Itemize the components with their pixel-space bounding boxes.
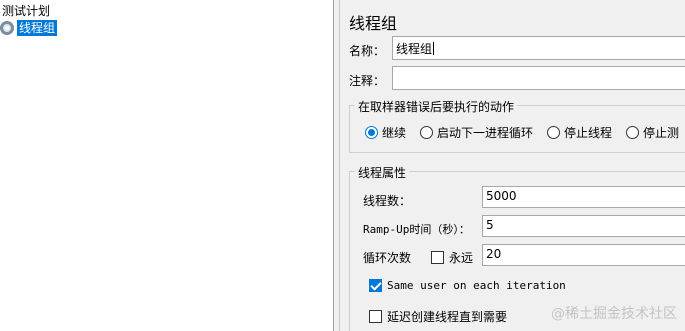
error-action-title: 在取样器错误后要执行的动作 — [355, 98, 518, 115]
delay-create-checkbox[interactable]: 延迟创建线程直到需要 — [369, 308, 507, 325]
checkbox-box[interactable] — [369, 279, 382, 292]
watermark: @稀土掘金技术社区 — [551, 306, 677, 322]
tree-panel: 测试计划 线程组 — [0, 0, 334, 331]
error-action-options: 继续 启动下一进程循环 停止线程 停止测 — [365, 124, 685, 141]
threads-label: 线程数： — [363, 194, 412, 208]
checkbox-box[interactable] — [369, 310, 382, 323]
text-cursor — [433, 42, 435, 55]
threads-field[interactable]: 5000 — [482, 186, 685, 208]
radio-start-next-loop[interactable]: 启动下一进程循环 — [420, 124, 533, 141]
radio-stop-test[interactable]: 停止测 — [626, 124, 679, 141]
thread-properties-title: 线程属性 — [355, 164, 410, 181]
radio-dot[interactable] — [626, 126, 640, 139]
comment-label: 注释： — [349, 74, 386, 88]
radio-dot[interactable] — [547, 126, 561, 139]
rampup-field[interactable]: 5 — [482, 215, 685, 237]
page-title: 线程组 — [349, 14, 398, 33]
radio-continue[interactable]: 继续 — [365, 124, 406, 141]
radio-dot[interactable] — [420, 126, 434, 139]
same-user-checkbox[interactable]: Same user on each iteration — [369, 279, 566, 292]
name-field[interactable]: 线程组 — [392, 36, 685, 60]
radio-dot[interactable] — [365, 126, 378, 139]
tree-root-test-plan[interactable]: 测试计划 — [2, 3, 50, 19]
tree-node-thread-group[interactable]: 线程组 — [0, 19, 58, 36]
loop-count-field[interactable]: 20 — [482, 244, 685, 266]
loop-label: 循环次数 — [363, 251, 412, 265]
gear-icon — [0, 20, 14, 35]
checkbox-box[interactable] — [431, 251, 444, 264]
tree-node-label[interactable]: 线程组 — [17, 19, 58, 36]
name-label: 名称： — [349, 44, 386, 58]
radio-stop-thread[interactable]: 停止线程 — [547, 124, 612, 141]
thread-group-panel: 线程组 名称： 线程组 注释： 在取样器错误后要执行的动作 继续 启动下一进程循… — [341, 0, 685, 331]
comment-field[interactable] — [392, 66, 685, 90]
forever-checkbox[interactable]: 永远 — [431, 249, 473, 266]
panel-splitter[interactable] — [334, 0, 340, 331]
rampup-label: Ramp-Up时间（秒）： — [363, 223, 470, 236]
